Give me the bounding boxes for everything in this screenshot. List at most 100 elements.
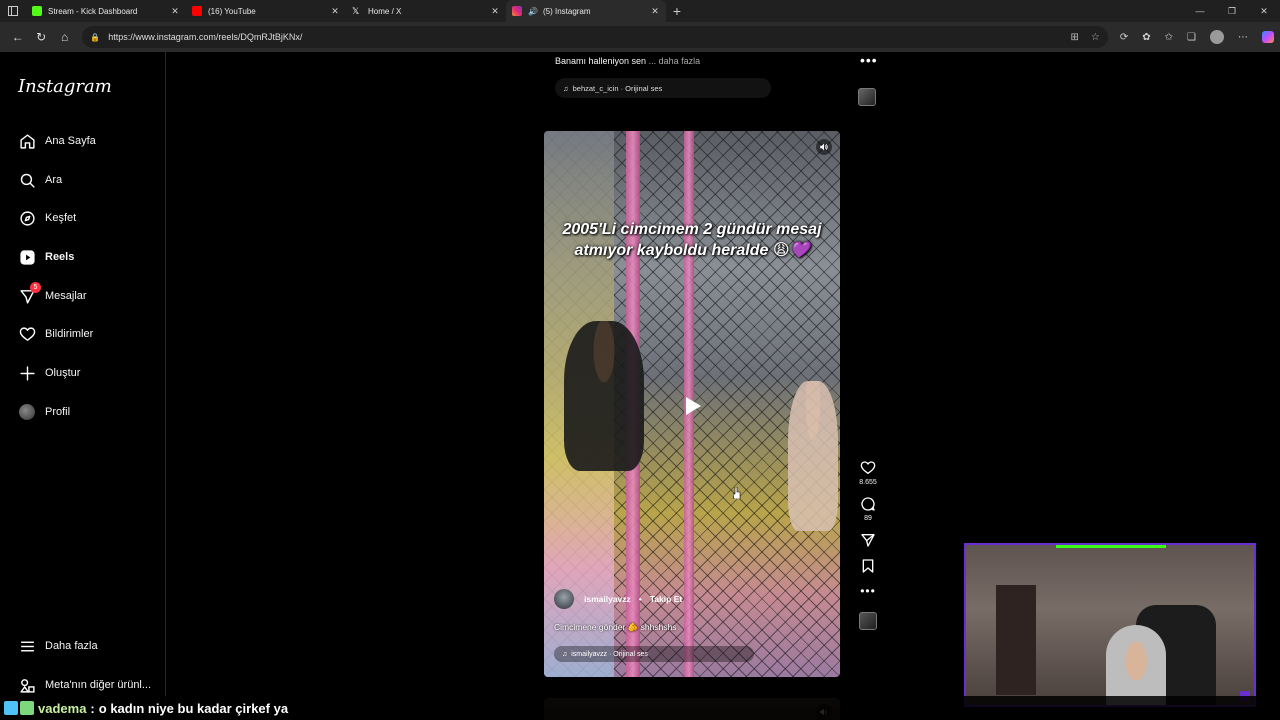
sidebar-item-explore[interactable]: Keşfet: [18, 206, 76, 230]
reel-overlay-text: 2005'Li cimcimem 2 gündür mesaj atmıyor …: [562, 221, 822, 259]
kick-favicon-icon: [32, 6, 42, 16]
speaker-icon[interactable]: 🔊: [528, 7, 538, 16]
subscriber-badge-icon: [20, 701, 34, 715]
tab-x-home[interactable]: 𝕏 Home / X ✕: [346, 0, 506, 22]
url-actions: ⊞ ☆: [1071, 32, 1100, 43]
sidebar-item-profile[interactable]: Profil: [18, 400, 70, 424]
profile-avatar: [18, 403, 36, 421]
stream-chat-message: vadema : o kadın niye bu kadar çirkef ya: [0, 696, 1280, 720]
home-icon: [18, 132, 36, 150]
tab-actions-icon[interactable]: [0, 0, 26, 22]
x-favicon-icon: 𝕏: [352, 6, 360, 16]
tab-title: (16) YouTube: [208, 6, 256, 16]
previous-reel-more-options-icon[interactable]: •••: [860, 52, 878, 68]
sidebar-item-search[interactable]: Ara: [18, 168, 62, 192]
browser-address-bar: ← ↻ ⌂ 🔒 https://www.instagram.com/reels/…: [0, 22, 1280, 52]
audio-thumbnail[interactable]: [859, 612, 877, 630]
new-tab-button[interactable]: +: [666, 3, 688, 19]
instagram-logo[interactable]: Instagram: [18, 76, 112, 97]
sidebar-more-button[interactable]: Daha fazla: [18, 634, 98, 658]
follow-button[interactable]: Takip Et: [650, 594, 682, 604]
previous-reel-audio-thumbnail[interactable]: [858, 88, 876, 106]
music-note-icon: ♫: [562, 650, 568, 658]
collections-icon[interactable]: ❏: [1187, 32, 1196, 43]
streamer-webcam: [964, 543, 1256, 707]
sidebar-item-label: Ana Sayfa: [45, 135, 96, 147]
back-icon[interactable]: ←: [6, 26, 29, 48]
compass-icon: [18, 209, 36, 227]
reel-author: ismailyavzz • Takip Et: [554, 589, 682, 609]
author-avatar[interactable]: [554, 589, 574, 609]
sidebar-item-reels[interactable]: Reels: [18, 245, 74, 269]
like-button[interactable]: 8.655: [856, 460, 880, 486]
tab-close-icon[interactable]: ✕: [490, 6, 500, 17]
extension-icon[interactable]: ✿: [1142, 32, 1150, 43]
tab-title: (5) Instagram: [542, 6, 591, 16]
share-icon: [861, 534, 875, 547]
reel-audio-link[interactable]: ♫ ismailyavzz · Orijinal ses: [554, 646, 754, 662]
instagram-favicon-icon: [512, 6, 522, 16]
sidebar-item-messages[interactable]: 5 Mesajlar: [18, 282, 87, 308]
reel-video[interactable]: 2005'Li cimcimem 2 gündür mesaj atmıyor …: [544, 131, 840, 677]
app-install-icon[interactable]: ⊞: [1071, 32, 1079, 43]
url-bar[interactable]: 🔒 https://www.instagram.com/reels/DQmRJt…: [82, 26, 1108, 48]
tab-close-icon[interactable]: ✕: [330, 6, 340, 17]
webcam-scene-person: [1106, 625, 1166, 705]
like-count: 8.655: [859, 479, 877, 486]
sidebar-item-notifications[interactable]: Bildirimler: [18, 322, 93, 346]
sidebar-item-label: Mesajlar: [45, 290, 87, 302]
play-icon[interactable]: [680, 393, 706, 419]
sidebar-item-label: Bildirimler: [45, 328, 94, 340]
favorite-star-icon[interactable]: ☆: [1091, 32, 1100, 43]
see-more-link[interactable]: ... daha fazla: [649, 56, 701, 66]
tab-close-icon[interactable]: ✕: [170, 6, 180, 17]
window-controls: — ❐ ✕: [1184, 0, 1280, 22]
search-icon: [18, 171, 36, 189]
chat-username: vadema: [38, 700, 87, 716]
audio-label: behzat_c_icin · Orijinal ses: [572, 83, 663, 93]
caption-text: Banamı halleniyon sen: [555, 56, 647, 66]
more-options-icon[interactable]: •••: [856, 584, 880, 598]
heart-icon: [860, 461, 876, 474]
youtube-favicon-icon: [192, 6, 202, 16]
reel-caption[interactable]: Cimcimene gönder 🫵 shhshshs: [554, 622, 677, 633]
sidebar-meta-products[interactable]: Meta'nın diğer ürünl...: [18, 673, 151, 697]
share-button[interactable]: [856, 532, 880, 548]
author-username[interactable]: ismailyavzz: [584, 594, 631, 604]
music-note-icon: ♫: [563, 83, 569, 93]
url-text: https://www.instagram.com/reels/DQmRJtBj…: [108, 32, 303, 42]
comment-button[interactable]: 89: [856, 496, 880, 522]
home-icon[interactable]: ⌂: [53, 26, 76, 48]
save-button[interactable]: [856, 558, 880, 574]
sidebar-item-label: Oluştur: [45, 367, 81, 379]
favorites-icon[interactable]: ✩: [1165, 32, 1173, 43]
refresh-icon[interactable]: ↻: [29, 26, 52, 48]
audio-label: ismailyavzz · Orijinal ses: [571, 650, 648, 658]
heart-icon: [18, 325, 36, 343]
instagram-sidebar: Instagram Ana Sayfa Ara Keşfet Reels 5 M…: [0, 52, 166, 720]
comment-icon: [861, 497, 875, 511]
maximize-icon[interactable]: ❐: [1216, 0, 1248, 22]
chat-badges: [4, 701, 34, 715]
video-scene-child: [788, 381, 838, 531]
tab-instagram[interactable]: 🔊 (5) Instagram ✕: [506, 0, 666, 22]
sidebar-item-home[interactable]: Ana Sayfa: [18, 129, 96, 153]
copilot-icon[interactable]: [1262, 31, 1275, 43]
previous-reel-audio[interactable]: ♫ behzat_c_icin · Orijinal ses: [555, 78, 771, 98]
hamburger-menu-icon: [18, 637, 36, 655]
minimize-icon[interactable]: —: [1184, 0, 1216, 22]
close-window-icon[interactable]: ✕: [1248, 0, 1280, 22]
chat-message-text: o kadın niye bu kadar çirkef ya: [98, 700, 289, 716]
profile-avatar-icon[interactable]: [1210, 30, 1225, 44]
sidebar-item-create[interactable]: Oluştur: [18, 361, 80, 385]
volume-icon[interactable]: [816, 139, 832, 155]
tab-close-icon[interactable]: ✕: [650, 6, 660, 17]
webcam-accent-bar: [1056, 545, 1166, 548]
hand-cursor-icon: [733, 487, 741, 499]
messages-badge: 5: [30, 282, 41, 293]
site-info-icon[interactable]: 🔒: [90, 33, 100, 42]
tab-kick-dashboard[interactable]: Stream - Kick Dashboard ✕: [26, 0, 186, 22]
refresh-extension-icon[interactable]: ⟳: [1120, 32, 1128, 43]
more-menu-icon[interactable]: ⋯: [1238, 32, 1248, 43]
tab-youtube[interactable]: (16) YouTube ✕: [186, 0, 346, 22]
